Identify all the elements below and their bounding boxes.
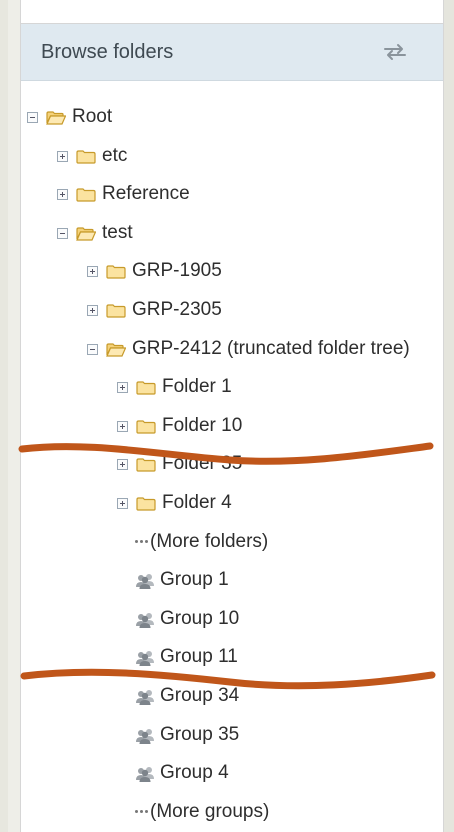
tree-node-label[interactable]: Group 34 xyxy=(160,685,239,707)
tree-node-label[interactable]: Folder 1 xyxy=(162,376,232,398)
right-gutter xyxy=(444,0,454,832)
tree-node-label[interactable]: Folder 35 xyxy=(162,453,242,475)
folder-open-icon xyxy=(46,111,66,125)
tree-node-label[interactable]: Folder 10 xyxy=(162,415,242,437)
panel-header: Browse folders xyxy=(21,24,443,81)
swap-arrows-icon[interactable] xyxy=(382,42,408,62)
tree-node-label[interactable]: GRP-2305 xyxy=(132,299,222,321)
expand-toggle[interactable] xyxy=(117,420,128,432)
tree-node-label[interactable]: GRP-1905 xyxy=(132,260,222,282)
tree-node-label[interactable]: Folder 4 xyxy=(162,492,232,514)
panel-title: Browse folders xyxy=(41,41,174,63)
collapse-toggle[interactable] xyxy=(87,343,98,355)
folder-open-icon xyxy=(76,227,96,241)
folder-open-icon xyxy=(106,342,126,357)
previous-panel-edge xyxy=(20,0,444,24)
folder-icon xyxy=(76,188,96,202)
expand-toggle[interactable] xyxy=(117,382,128,394)
expand-toggle[interactable] xyxy=(57,189,68,201)
group-icon xyxy=(136,651,154,667)
tree-node-label[interactable]: Group 1 xyxy=(160,569,229,591)
collapse-toggle[interactable] xyxy=(57,227,68,239)
tree-node-label[interactable]: Reference xyxy=(102,183,190,205)
tree-node-label[interactable]: (More folders) xyxy=(150,531,268,553)
group-icon xyxy=(136,767,154,783)
tree-node-label[interactable]: Group 35 xyxy=(160,724,239,746)
ellipsis-icon xyxy=(135,539,150,543)
tree-node-label[interactable]: GRP-2412 (truncated folder tree) xyxy=(132,338,410,360)
folder-icon xyxy=(136,381,156,395)
folder-icon xyxy=(106,265,126,279)
tree-node-label[interactable]: Group 11 xyxy=(160,646,238,668)
folder-icon xyxy=(136,458,156,472)
folder-icon xyxy=(76,149,96,164)
tree-node-label[interactable]: Group 4 xyxy=(160,762,229,784)
group-icon xyxy=(136,574,154,590)
group-icon xyxy=(136,728,154,744)
ellipsis-icon xyxy=(135,809,150,813)
folder-icon xyxy=(136,420,156,434)
tree-node-label[interactable]: etc xyxy=(102,145,127,167)
browse-folders-panel: Browse folders Root etc Reference test GRP-1… xyxy=(20,24,444,832)
folder-icon xyxy=(136,497,156,511)
expand-toggle[interactable] xyxy=(117,498,128,509)
collapse-toggle[interactable] xyxy=(27,112,38,123)
tree-node-label[interactable]: test xyxy=(102,222,133,244)
expand-toggle[interactable] xyxy=(87,266,98,278)
group-icon xyxy=(136,612,154,628)
folder-icon xyxy=(106,304,126,318)
expand-toggle[interactable] xyxy=(117,459,128,471)
tree-node-label[interactable]: Root xyxy=(72,106,112,128)
tree-node-label[interactable]: Group 10 xyxy=(160,608,239,630)
group-icon xyxy=(136,690,154,705)
expand-toggle[interactable] xyxy=(57,150,68,162)
left-gutter xyxy=(0,0,8,832)
tree-node-label[interactable]: (More groups) xyxy=(150,801,269,823)
expand-toggle[interactable] xyxy=(87,305,98,316)
